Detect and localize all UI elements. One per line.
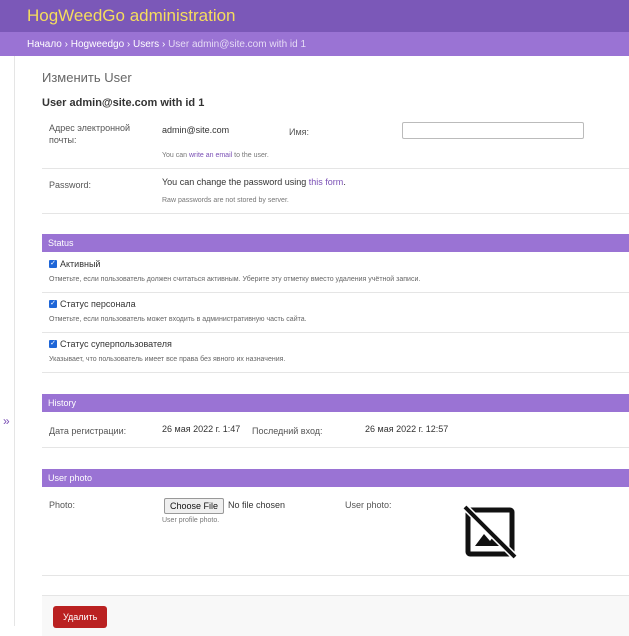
form-row-history: Дата регистрации: 26 мая 2022 г. 1:47 По… [42, 412, 629, 448]
name-label: Имя: [289, 127, 310, 137]
write-email-link[interactable]: write an email [189, 152, 232, 159]
staff-label: Статус персонала [60, 299, 136, 309]
breadcrumb-separator: › [64, 38, 68, 50]
page-title: Изменить User [42, 70, 132, 85]
last-login-value: 26 мая 2022 г. 12:57 [365, 424, 449, 434]
breadcrumb-app[interactable]: Hogweedgo [71, 39, 124, 50]
active-label: Активный [60, 259, 101, 269]
broken-image-icon [462, 504, 518, 560]
form-row-is-staff: ✓ Статус персонала Отметьте, если пользо… [42, 292, 629, 333]
password-help: Raw passwords are not stored by server. [162, 197, 289, 204]
email-label: Адрес электронной почты: [49, 123, 131, 145]
email-help-suffix: to the user. [234, 152, 269, 159]
photo-label: Photo: [49, 500, 76, 510]
password-text-prefix: You can change the password using [162, 177, 307, 187]
object-title: User admin@site.com with id 1 [42, 97, 205, 109]
form-row-password: Password: You can change the password us… [42, 168, 629, 214]
delete-button[interactable]: Удалить [53, 606, 108, 628]
form-row-photo: Photo: User profile photo. User photo: [42, 487, 629, 576]
superuser-label: Статус суперпользователя [60, 339, 172, 349]
choose-file-button[interactable]: Choose File [164, 498, 225, 514]
email-help: You can write an email to the user. [162, 152, 269, 159]
date-joined-value: 26 мая 2022 г. 1:47 [162, 424, 241, 434]
toggle-nav-sidebar-button[interactable]: » [3, 414, 10, 428]
breadcrumb-separator: › [126, 38, 131, 50]
breadcrumb-separator: › [161, 38, 166, 50]
header-bar: HogWeedGo administration [0, 0, 629, 32]
form-row-email-name: Адрес электронной почты: admin@site.com … [42, 112, 629, 169]
staff-checkbox[interactable]: ✓ [49, 300, 57, 308]
no-file-chosen-text: No file chosen [228, 500, 286, 510]
date-joined-label: Дата регистрации: [49, 426, 127, 436]
section-history-heading: History [42, 394, 629, 412]
breadcrumb-model[interactable]: Users [133, 39, 159, 50]
submit-row: Удалить [42, 595, 629, 636]
form-row-is-active: ✓ Активный Отметьте, если пользователь д… [42, 252, 629, 293]
breadcrumb-home[interactable]: Начало [27, 39, 62, 50]
form-row-is-superuser: ✓ Статус суперпользователя Указывает, чт… [42, 332, 629, 373]
email-help-prefix: You can [162, 152, 188, 159]
change-password-link[interactable]: this form [309, 177, 344, 187]
superuser-checkbox[interactable]: ✓ [49, 340, 57, 348]
email-value: admin@site.com [162, 125, 230, 135]
last-login-label: Последний вход: [252, 426, 323, 436]
user-photo-preview-label: User photo: [345, 500, 392, 510]
site-title[interactable]: HogWeedGo administration [27, 6, 236, 26]
password-text-suffix: . [343, 177, 346, 187]
breadcrumb: Начало › Hogweedgo › Users › User admin@… [27, 39, 306, 50]
password-label: Password: [49, 180, 92, 190]
active-help: Отметьте, если пользователь должен счита… [49, 276, 421, 283]
name-field[interactable] [402, 122, 584, 139]
staff-help: Отметьте, если пользователь может входит… [49, 316, 307, 323]
photo-help: User profile photo. [162, 517, 220, 524]
section-user-photo-heading: User photo [42, 469, 629, 487]
password-text: You can change the password using this f… [162, 177, 346, 187]
active-checkbox[interactable]: ✓ [49, 260, 57, 268]
breadcrumb-current: User admin@site.com with id 1 [168, 38, 307, 50]
section-status-heading: Status [42, 234, 629, 252]
nav-sidebar-rail: » [0, 56, 15, 626]
breadcrumbs-bar: Начало › Hogweedgo › Users › User admin@… [0, 32, 629, 56]
superuser-help: Указывает, что пользователь имеет все пр… [49, 356, 286, 363]
